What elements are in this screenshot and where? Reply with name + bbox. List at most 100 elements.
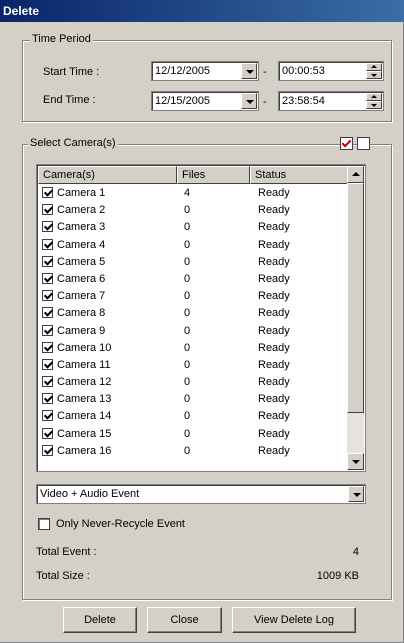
time-period-group: Time Period Start Time : 12/12/2005 - 00… — [22, 33, 392, 122]
event-type-value: Video + Audio Event — [40, 488, 140, 500]
camera-cell: Camera 9 — [42, 324, 106, 337]
camera-list-rows: Camera 1 4 Ready Camera 2 0 Ready Camera 3 0 Rea… — [38, 185, 349, 471]
files-cell: 0 — [184, 410, 191, 423]
camera-checkbox[interactable] — [42, 358, 53, 370]
table-row[interactable]: Camera 14 0 Ready — [38, 408, 349, 425]
close-button[interactable]: Close — [147, 607, 222, 633]
camera-cell: Camera 13 — [42, 393, 111, 405]
uncheck-all-icon[interactable] — [357, 137, 370, 150]
files-cell: 0 — [184, 427, 191, 440]
scroll-thumb[interactable] — [347, 183, 364, 413]
files-cell: 0 — [184, 324, 191, 337]
camera-name: Camera 9 — [57, 324, 106, 337]
chevron-down-icon[interactable] — [241, 93, 257, 109]
files-cell: 0 — [184, 393, 191, 406]
camera-checkbox[interactable] — [42, 393, 53, 405]
status-cell: Ready — [258, 376, 290, 389]
camera-checkbox[interactable] — [42, 307, 53, 319]
table-row[interactable]: Camera 10 0 Ready — [38, 340, 349, 357]
event-type-dropdown[interactable]: Video + Audio Event — [36, 484, 366, 504]
table-row[interactable]: Camera 9 0 Ready — [38, 323, 349, 340]
start-date-dropdown[interactable]: 12/12/2005 — [151, 61, 259, 81]
never-recycle-label[interactable]: Only Never-Recycle Event — [56, 518, 185, 530]
chevron-down-icon[interactable] — [348, 486, 364, 502]
status-cell: Ready — [258, 427, 290, 440]
camera-checkbox[interactable] — [42, 204, 53, 216]
camera-checkbox[interactable] — [42, 255, 53, 267]
camera-name: Camera 12 — [57, 376, 112, 389]
scroll-down-icon[interactable] — [347, 453, 364, 470]
end-date-value: 12/15/2005 — [155, 95, 211, 107]
status-cell: Ready — [258, 204, 290, 217]
scroll-up-icon[interactable] — [347, 166, 364, 183]
check-all-icon[interactable] — [340, 137, 353, 150]
camera-name: Camera 13 — [57, 393, 112, 406]
table-row[interactable]: Camera 5 0 Ready — [38, 254, 349, 271]
table-row[interactable]: Camera 12 0 Ready — [38, 374, 349, 391]
spinner-arrows-icon[interactable] — [366, 93, 382, 109]
start-separator: - — [263, 66, 267, 78]
files-cell: 0 — [184, 238, 191, 251]
camera-list[interactable]: Camera(s) Files Status Camera 1 4 Ready Cam… — [36, 164, 366, 472]
never-recycle-checkbox[interactable] — [38, 518, 50, 530]
total-size-value: 1009 KB — [316, 570, 359, 582]
camera-cell: Camera 6 — [42, 272, 106, 285]
table-row[interactable]: Camera 2 0 Ready — [38, 202, 349, 219]
column-header-camera[interactable]: Camera(s) — [38, 166, 177, 184]
status-cell: Ready — [258, 238, 290, 251]
camera-checkbox[interactable] — [42, 272, 53, 284]
start-time-spinner[interactable]: 00:00:53 — [278, 61, 384, 81]
table-row[interactable]: Camera 16 0 Ready — [38, 443, 349, 460]
table-row[interactable]: Camera 4 0 Ready — [38, 237, 349, 254]
camera-checkbox[interactable] — [42, 341, 53, 353]
camera-checkbox[interactable] — [42, 238, 53, 250]
camera-checkbox[interactable] — [42, 444, 53, 456]
camera-cell: Camera 10 — [42, 341, 112, 354]
end-time-spinner[interactable]: 23:58:54 — [278, 91, 384, 111]
window-title: Delete — [0, 0, 404, 22]
table-row[interactable]: Camera 8 0 Ready — [38, 305, 349, 322]
status-cell: Ready — [258, 221, 290, 234]
delete-button[interactable]: Delete — [63, 607, 137, 633]
table-row[interactable]: Camera 6 0 Ready — [38, 271, 349, 288]
table-row[interactable]: Camera 3 0 Ready — [38, 219, 349, 236]
camera-list-scrollbar[interactable] — [347, 166, 364, 470]
camera-name: Camera 10 — [57, 341, 112, 354]
table-row[interactable]: Camera 13 0 Ready — [38, 391, 349, 408]
status-cell: Ready — [258, 444, 290, 457]
start-time-value: 00:00:53 — [282, 65, 325, 77]
files-cell: 0 — [184, 204, 191, 217]
camera-checkbox[interactable] — [42, 324, 53, 336]
table-row[interactable]: Camera 11 0 Ready — [38, 357, 349, 374]
status-cell: Ready — [258, 290, 290, 303]
camera-checkbox[interactable] — [42, 427, 53, 439]
delete-dialog: Delete Time Period Start Time : 12/12/20… — [0, 0, 404, 643]
status-cell: Ready — [258, 187, 290, 199]
table-row[interactable]: Camera 1 4 Ready — [38, 185, 349, 202]
chevron-down-icon[interactable] — [241, 63, 257, 79]
camera-checkbox[interactable] — [42, 187, 53, 198]
time-period-legend: Time Period — [30, 33, 93, 45]
column-header-status[interactable]: Status — [250, 166, 349, 184]
files-cell: 0 — [184, 255, 191, 268]
column-header-files[interactable]: Files — [177, 166, 250, 184]
status-cell: Ready — [258, 410, 290, 423]
end-date-dropdown[interactable]: 12/15/2005 — [151, 91, 259, 111]
spinner-arrows-icon[interactable] — [366, 63, 382, 79]
camera-checkbox[interactable] — [42, 221, 53, 233]
camera-name: Camera 6 — [57, 272, 106, 285]
camera-cell: Camera 8 — [42, 307, 105, 319]
select-cameras-legend: Select Camera(s) — [28, 137, 118, 149]
camera-checkbox[interactable] — [42, 290, 53, 302]
table-row[interactable]: Camera 7 0 Ready — [38, 288, 349, 305]
status-cell: Ready — [258, 307, 290, 320]
files-cell: 4 — [184, 187, 191, 199]
end-time-value: 23:58:54 — [282, 95, 325, 107]
table-row[interactable]: Camera 15 0 Ready — [38, 426, 349, 443]
camera-cell: Camera 7 — [42, 290, 105, 302]
camera-checkbox[interactable] — [42, 410, 53, 422]
files-cell: 0 — [184, 307, 191, 320]
camera-checkbox[interactable] — [42, 376, 53, 388]
camera-name: Camera 14 — [57, 410, 112, 423]
view-delete-log-button[interactable]: View Delete Log — [232, 607, 356, 633]
